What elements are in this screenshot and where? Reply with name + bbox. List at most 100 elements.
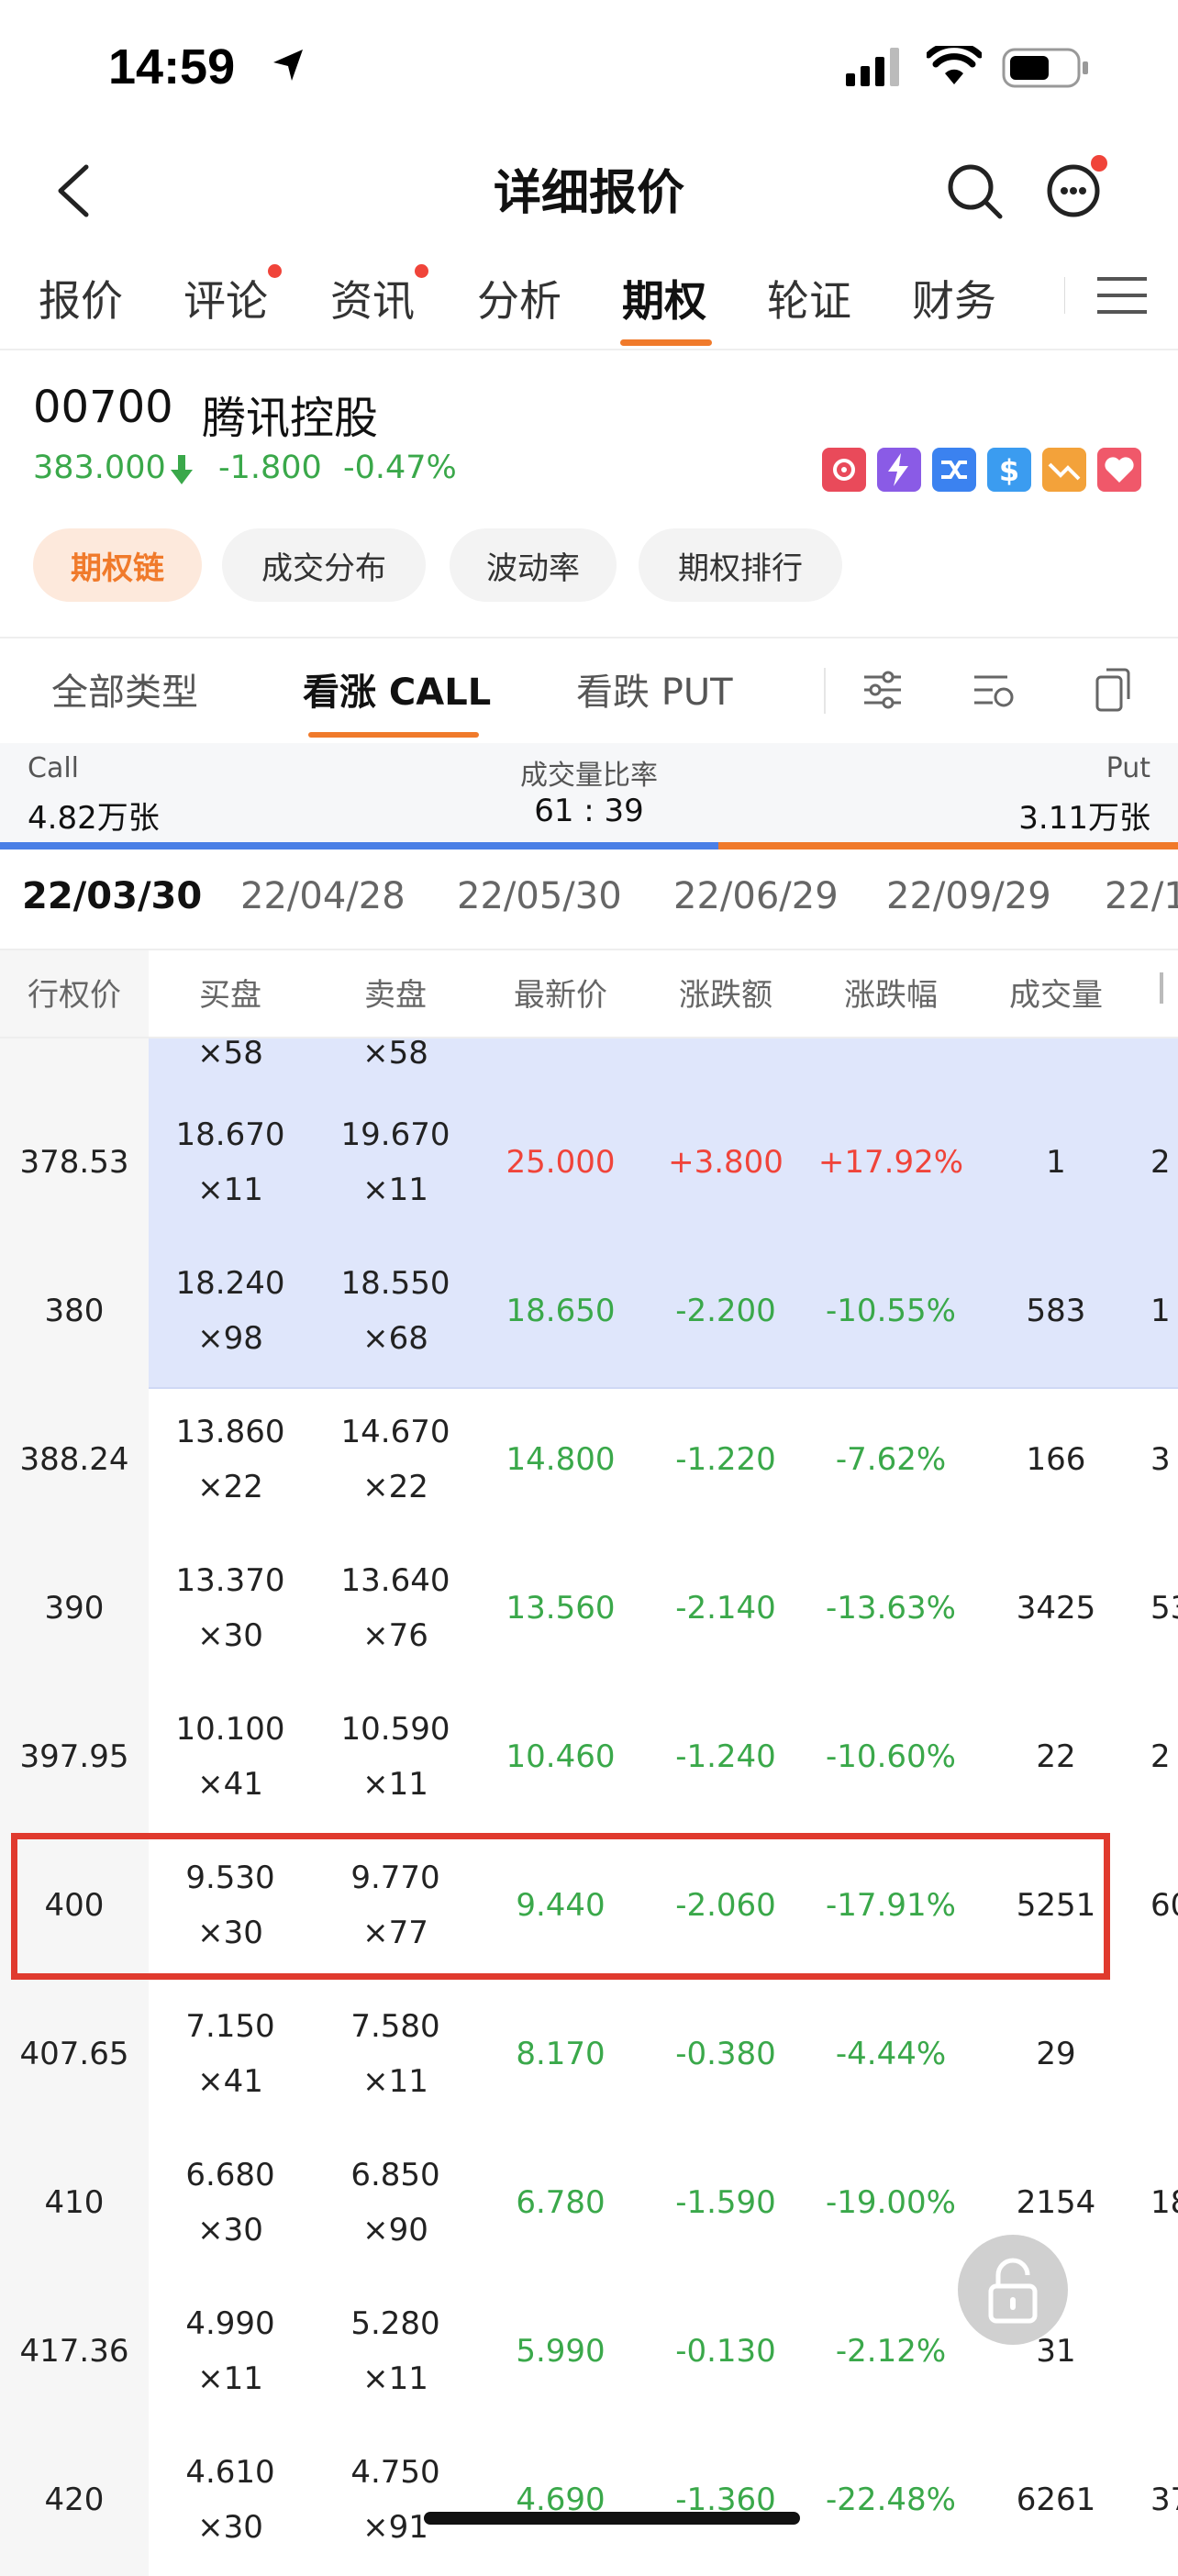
lock-button[interactable] (958, 2235, 1068, 2345)
last-price: 13.560 (506, 1590, 616, 1627)
active-tab-indicator (620, 339, 712, 346)
stock-name: 腾讯控股 (202, 393, 379, 444)
bid-price: 18.670 (175, 1116, 285, 1153)
strike-price: 420 (44, 2482, 105, 2518)
bid-size: ×11 (197, 1171, 263, 1208)
column-header-0[interactable]: 行权价 (0, 970, 149, 1015)
ratio-value: 61 : 39 (534, 793, 644, 829)
ask-price: 19.670 (340, 1116, 450, 1153)
price-change: +3.800 (668, 1144, 783, 1181)
tab-3[interactable]: 分析 (477, 268, 561, 328)
filter-tab-1[interactable]: 看涨 CALL (303, 662, 491, 716)
column-header-2[interactable]: 卖盘 (313, 970, 478, 1015)
table-row[interactable]: 397.95 10.100 ×41 10.590 ×11 10.460 -1.240 -10.… (0, 1684, 1178, 1833)
volume: 6261 (1016, 2482, 1096, 2518)
tab-1[interactable]: 评论 (183, 268, 268, 328)
column-header-6[interactable]: 成交量 (983, 970, 1129, 1015)
table-row-partial[interactable]: ×58 ×58 (0, 1038, 1178, 1090)
chip-1[interactable]: 成交分布 (222, 528, 426, 602)
price-change-pct: -13.63% (826, 1590, 956, 1627)
volume: 166 (1026, 1441, 1086, 1478)
tab-5[interactable]: 轮证 (767, 268, 851, 328)
price-down-arrow-icon (171, 455, 193, 484)
bid-size: ×98 (197, 1320, 263, 1357)
expiry-date-0[interactable]: 22/03/30 (22, 875, 202, 917)
last-price: 8.170 (516, 2036, 606, 2072)
ask-size: ×11 (362, 1171, 428, 1208)
price-change: -2.200 (675, 1293, 776, 1329)
active-filter-indicator (308, 732, 479, 738)
table-row[interactable]: 380 18.240 ×98 18.550 ×68 18.650 -2.200 -10.55%… (0, 1238, 1178, 1389)
strike-price: 390 (44, 1590, 105, 1627)
highlight-box (11, 1833, 1110, 1980)
volume: 3425 (1016, 1590, 1096, 1627)
filter-tab-0[interactable]: 全部类型 (51, 662, 198, 716)
volume: 1 (1046, 1144, 1066, 1181)
column-header-3[interactable]: 最新价 (478, 970, 643, 1015)
ask-size: ×58 (362, 1038, 428, 1071)
table-row[interactable]: 420 4.610 ×30 4.750 ×91 4.690 -1.360 -22.48% 626… (0, 2427, 1178, 2576)
expiry-date-4[interactable]: 22/09/29 (886, 875, 1051, 917)
trend-badge-icon (1042, 448, 1086, 492)
open-interest-partial: 37 (1150, 2482, 1178, 2518)
menu-icon[interactable] (1097, 275, 1147, 316)
messages-icon[interactable] (1042, 154, 1108, 220)
price-change: -2.140 (675, 1590, 776, 1627)
search-icon[interactable] (945, 161, 1004, 220)
chip-3[interactable]: 期权排行 (639, 528, 842, 602)
table-row[interactable]: 378.53 18.670 ×11 19.670 ×11 25.000 +3.800 +17.… (0, 1090, 1178, 1240)
svg-text:$: $ (999, 453, 1019, 488)
chip-2[interactable]: 波动率 (450, 528, 617, 602)
copy-icon[interactable] (1094, 664, 1134, 714)
chip-0[interactable]: 期权链 (33, 528, 202, 602)
tab-6[interactable]: 财务 (912, 268, 996, 328)
column-header-4[interactable]: 涨跌额 (643, 970, 808, 1015)
bid-size: ×11 (197, 2360, 263, 2397)
table-row[interactable]: 388.24 13.860 ×22 14.670 ×22 14.800 -1.220 -7.6… (0, 1387, 1178, 1536)
tab-notification-dot (268, 264, 282, 278)
table-row[interactable]: 407.65 7.150 ×41 7.580 ×11 8.170 -0.380 -4.44% 2… (0, 1982, 1178, 2130)
ask-size: ×11 (362, 2360, 428, 2397)
status-time: 14:59 (108, 39, 236, 94)
expiry-date-2[interactable]: 22/05/30 (457, 875, 622, 917)
battery-icon (1002, 48, 1088, 88)
table-row[interactable]: 390 13.370 ×30 13.640 ×76 13.560 -2.140 -13.63%… (0, 1536, 1178, 1684)
bid-price: 4.610 (185, 2454, 275, 2491)
column-header-5[interactable]: 涨跌幅 (808, 970, 973, 1015)
last-price: 14.800 (506, 1441, 616, 1478)
tab-4[interactable]: 期权 (622, 268, 706, 328)
expiry-date-3[interactable]: 22/06/29 (673, 875, 839, 917)
expiry-date-5[interactable]: 22/1 (1105, 875, 1178, 917)
expiry-date-1[interactable]: 22/04/28 (240, 875, 406, 917)
call-ratio-bar (0, 842, 718, 849)
bid-size: ×30 (197, 2509, 263, 2546)
strike-price: 397.95 (19, 1738, 129, 1775)
open-interest-partial: 53 (1150, 1590, 1178, 1627)
price-change: -0.130 (675, 2333, 776, 2370)
bid-size: ×22 (197, 1469, 263, 1505)
ask-size: ×76 (362, 1617, 428, 1654)
filter-tab-2[interactable]: 看跌 PUT (576, 662, 733, 716)
price-change-pct: -22.48% (826, 2482, 956, 2518)
ask-size: ×11 (362, 1766, 428, 1803)
bid-price: 13.370 (175, 1562, 285, 1599)
price-change-pct: -7.62% (835, 1441, 947, 1478)
favorite-heart-icon[interactable] (1097, 448, 1141, 492)
connect-badge-icon (932, 448, 976, 492)
filter-settings-icon[interactable] (861, 668, 905, 712)
bid-size: ×58 (197, 1038, 263, 1071)
tab-0[interactable]: 报价 (39, 268, 123, 328)
tab-2[interactable]: 资讯 (330, 268, 415, 328)
bid-size: ×30 (197, 2212, 263, 2248)
bid-size: ×30 (197, 1617, 263, 1654)
column-header-1[interactable]: 买盘 (148, 970, 313, 1015)
ask-price: 4.750 (350, 2454, 440, 2491)
stock-code: 00700 (33, 382, 173, 433)
ask-size: ×90 (362, 2212, 428, 2248)
bid-price: 7.150 (185, 2008, 275, 2045)
open-interest-partial: 2 (1150, 1738, 1171, 1775)
open-interest-partial: 2 (1150, 1144, 1171, 1181)
last-price: 6.780 (516, 2184, 606, 2221)
ask-price: 10.590 (340, 1711, 450, 1748)
list-settings-icon[interactable] (971, 668, 1017, 712)
